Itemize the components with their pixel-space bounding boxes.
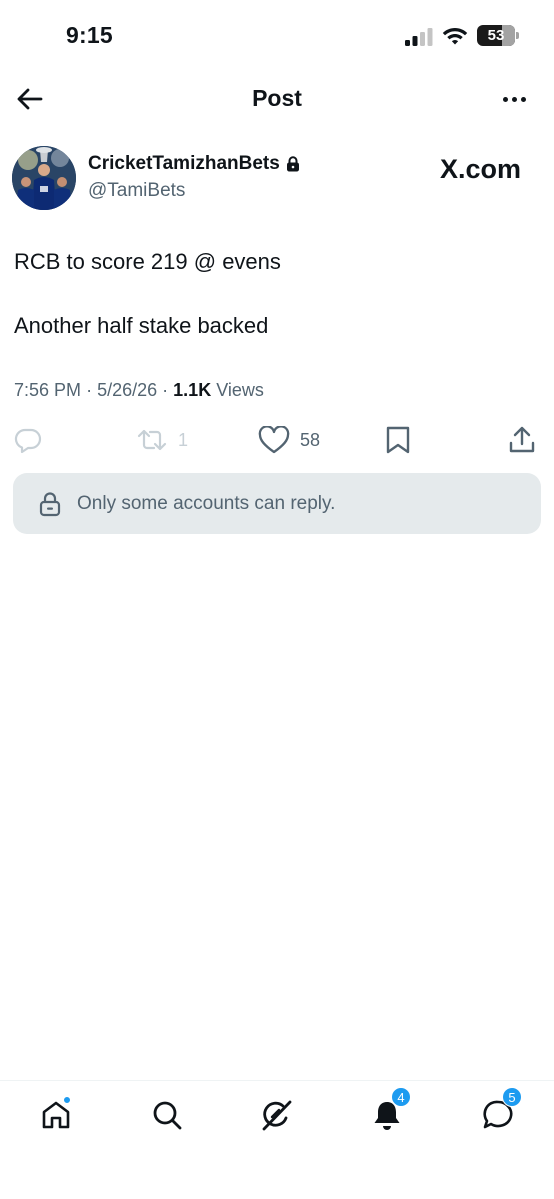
post-time: 7:56 PM: [14, 380, 82, 400]
notifications-badge: 4: [391, 1087, 411, 1107]
bookmark-icon: [386, 426, 410, 454]
views-label: Views: [216, 380, 264, 400]
more-dot: [511, 96, 517, 102]
like-button[interactable]: 58: [258, 420, 320, 460]
home-notification-dot: [63, 1096, 71, 1104]
tab-home[interactable]: [36, 1095, 76, 1135]
repost-count: 1: [178, 429, 189, 450]
more-dots-icon: [502, 96, 508, 102]
status-time: 9:15: [66, 22, 113, 48]
share-icon: [509, 426, 535, 453]
status-bar: 9:15 53: [0, 0, 554, 70]
post-actions: 1 58: [0, 420, 554, 460]
bottom-tab-bar: 4 5: [0, 1080, 554, 1199]
avatar-photo: [12, 146, 76, 210]
reply-restriction-text: Only some accounts can reply.: [77, 492, 336, 514]
tab-notifications[interactable]: 4: [367, 1087, 411, 1135]
reply-button[interactable]: [14, 420, 42, 460]
repost-button[interactable]: 1: [136, 420, 188, 460]
battery-level: 53: [487, 27, 505, 44]
wifi-icon: [442, 28, 468, 45]
meta-separator: ·: [162, 380, 169, 400]
author-name[interactable]: CricketTamizhanBets: [88, 153, 300, 175]
tab-search[interactable]: [147, 1095, 187, 1135]
like-count: 58: [300, 429, 321, 450]
views-count: 1.1K: [173, 380, 212, 400]
more-dot: [520, 96, 526, 102]
heart-icon: [258, 426, 290, 454]
reply-icon: [14, 428, 42, 453]
post-text: RCB to score 219 @ evens Another half st…: [14, 248, 540, 340]
messages-badge: 5: [502, 1087, 522, 1107]
battery-indicator: 53: [477, 25, 515, 46]
protected-lock-icon: [286, 156, 299, 172]
battery-cap: [516, 32, 519, 39]
author-name-text: CricketTamizhanBets: [88, 153, 280, 174]
author-handle[interactable]: @TamiBets: [88, 180, 185, 202]
page-title: Post: [252, 85, 302, 111]
grok-icon: [262, 1100, 292, 1131]
watermark-logo: X.com: [440, 154, 521, 185]
lock-icon: [39, 491, 61, 516]
share-button[interactable]: [508, 420, 536, 460]
watermark-text: X.com: [440, 154, 522, 184]
post-line: Another half stake backed: [14, 313, 269, 338]
cellular-signal-icon: [405, 28, 433, 46]
avatar[interactable]: [12, 146, 76, 210]
more-options-button[interactable]: [494, 82, 534, 116]
repost-icon: [137, 429, 167, 451]
post-header: Post: [0, 72, 554, 126]
search-icon: [153, 1101, 182, 1130]
meta-separator: ·: [86, 380, 93, 400]
tab-grok[interactable]: [257, 1095, 297, 1135]
tab-messages[interactable]: 5: [478, 1087, 522, 1135]
post-meta: 7:56 PM · 5/26/26 · 1.1K Views: [14, 380, 264, 401]
bookmark-button[interactable]: [385, 420, 411, 460]
post-line: RCB to score 219 @ evens: [14, 249, 281, 274]
reply-restriction-banner: Only some accounts can reply.: [13, 473, 541, 534]
post-date: 5/26/26: [97, 380, 158, 400]
